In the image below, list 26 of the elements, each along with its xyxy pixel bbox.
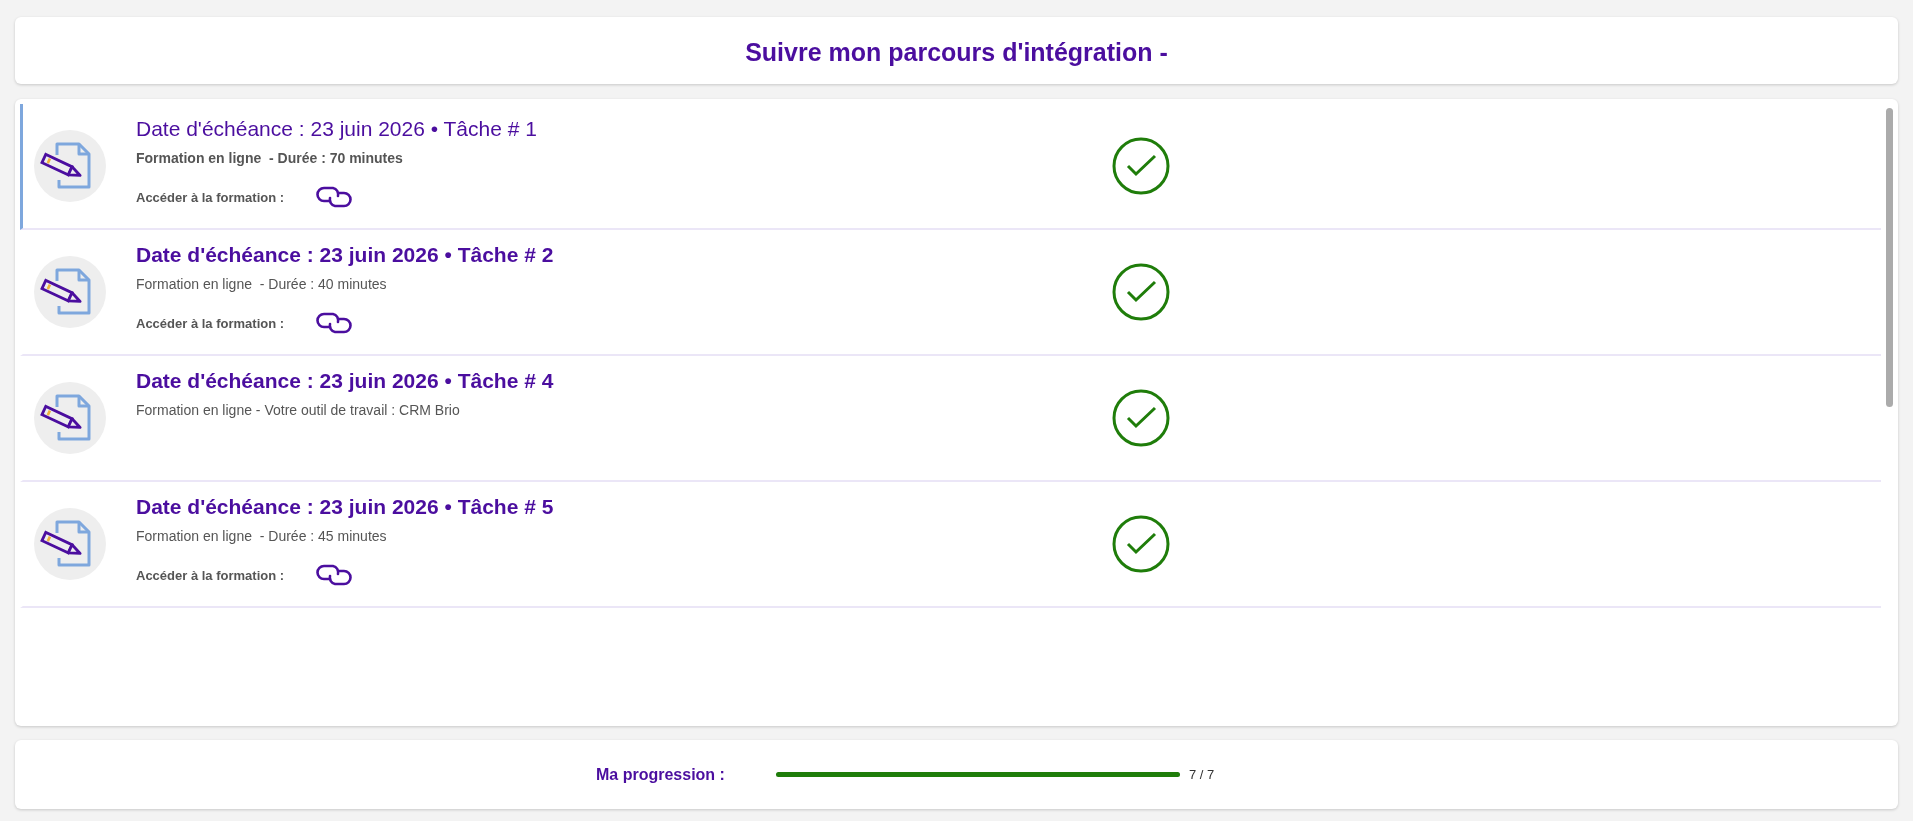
access-training-label: Accéder à la formation : [136,314,286,332]
document-pencil-icon [34,130,106,202]
document-pencil-icon [34,256,106,328]
task-details: Formation en ligne - Durée : 40 minutes [136,275,388,293]
task-details: Formation en ligne - Durée : 70 minutes [136,149,404,167]
access-training-label: Accéder à la formation : [136,188,286,206]
link-icon[interactable] [316,563,352,587]
page-title: Suivre mon parcours d'intégration - [745,37,1168,69]
progress-count: 7 / 7 [1189,765,1215,784]
task-title: Date d'échéance : 23 juin 2026 • Tâche # 2 [136,242,555,268]
task-details: Formation en ligne - Durée : 45 minutes [136,527,388,545]
link-icon[interactable] [316,311,352,335]
task-row[interactable]: Date d'échéance : 23 juin 2026 • Tâche # 2 Formation en ligne - Durée : 40 minutes Accéder à la formation : [20,230,1881,356]
link-icon[interactable] [316,185,352,209]
task-title: Date d'échéance : 23 juin 2026 • Tâche # 1 [136,116,538,142]
task-details: Formation en ligne - Votre outil de travail : CRM Brio [136,401,461,419]
task-title: Date d'échéance : 23 juin 2026 • Tâche # 4 [136,368,555,394]
task-row[interactable]: Date d'échéance : 23 juin 2026 • Tâche # 1 Formation en ligne - Durée : 70 minutes Accéder à la formation : [20,104,1881,230]
document-pencil-icon [34,508,106,580]
task-title: Date d'échéance : 23 juin 2026 • Tâche # 5 [136,494,555,520]
task-row[interactable]: Date d'échéance : 23 juin 2026 • Tâche # 5 Formation en ligne - Durée : 45 minutes Accéder à la formation : [20,482,1881,608]
task-row[interactable]: Date d'échéance : 23 juin 2026 • Tâche # 4 Formation en ligne - Votre outil de travail : CRM Brio [20,356,1881,482]
access-training-label: Accéder à la formation : [136,566,286,584]
progress-label: Ma progression : [596,764,726,785]
document-pencil-icon [34,382,106,454]
scrollbar-thumb[interactable] [1886,108,1893,407]
